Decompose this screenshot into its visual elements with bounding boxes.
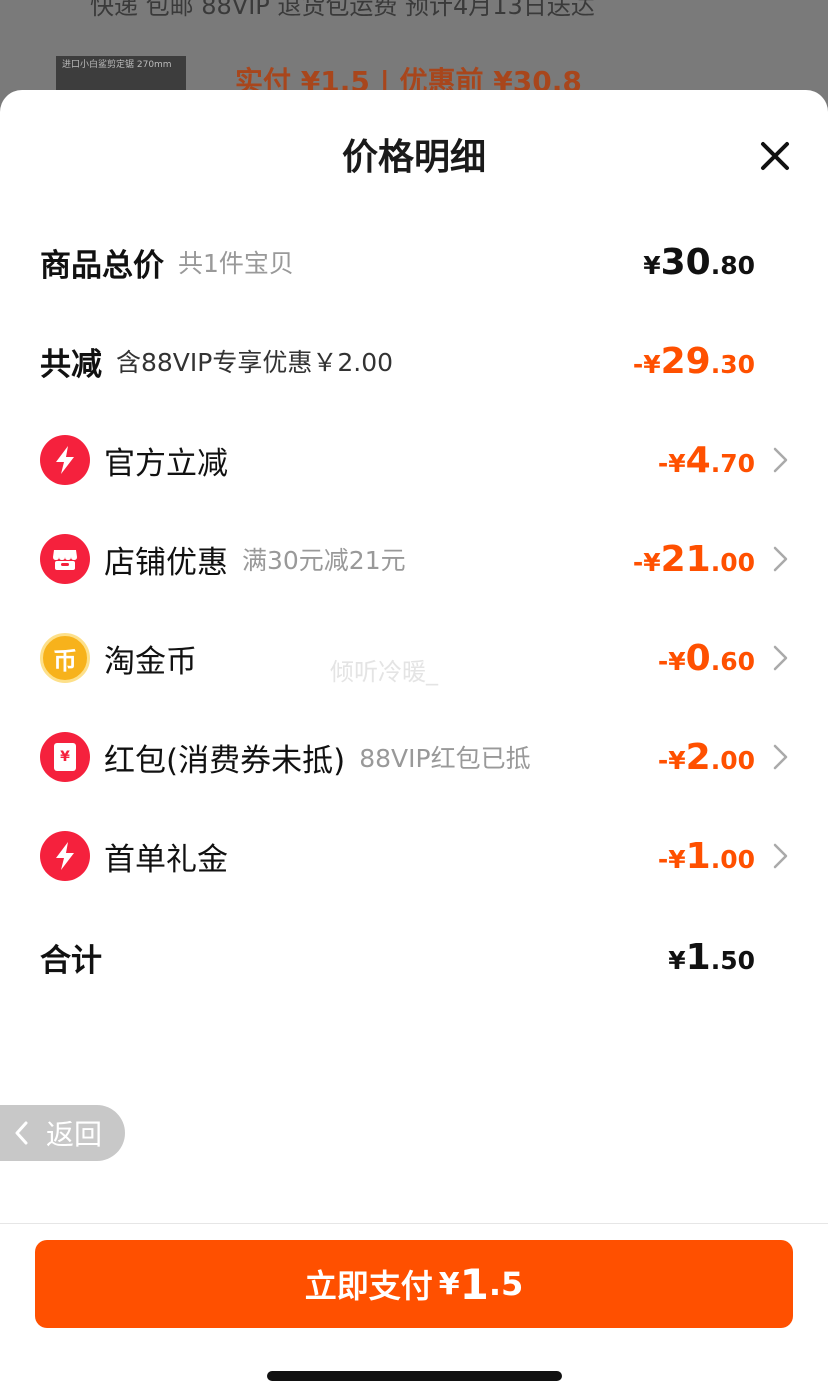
row-amount: -¥4.70 — [657, 439, 755, 481]
row-grand-total: 合计 ¥1.50 — [40, 927, 790, 987]
row-amount: -¥0.60 — [657, 637, 755, 679]
chevron-left-icon — [15, 1121, 28, 1145]
chevron-right-icon — [773, 744, 788, 770]
close-button[interactable] — [755, 136, 795, 176]
row-red-envelope[interactable]: ¥ 红包(消费券未抵) 88VIP红包已抵 -¥2.00 — [40, 727, 790, 787]
row-label: 官方立减 — [104, 445, 228, 482]
row-total-discount: 共减 含88VIP专享优惠￥2.00 -¥29.30 — [40, 331, 790, 391]
pay-now-button[interactable]: 立即支付 ¥1.5 — [35, 1240, 793, 1328]
pay-label: 立即支付 — [304, 1267, 433, 1305]
chevron-right-icon — [773, 546, 788, 572]
sheet-title: 价格明细 — [341, 137, 486, 178]
row-label: 商品总价 — [40, 247, 164, 284]
back-label: 返回 — [46, 1118, 103, 1151]
row-amount: ¥1.50 — [668, 936, 755, 978]
coin-icon: 币 — [40, 633, 90, 683]
watermark: 倾听冷暖_ — [330, 658, 438, 686]
lightning-icon — [40, 435, 90, 485]
row-sub: 88VIP红包已抵 — [359, 744, 531, 773]
back-button[interactable]: 返回 — [0, 1105, 125, 1161]
lightning-icon — [40, 831, 90, 881]
close-icon — [761, 142, 789, 170]
row-label: 红包(消费券未抵) — [104, 742, 346, 779]
chevron-right-icon — [773, 843, 788, 869]
footer-divider — [0, 1223, 828, 1224]
row-amount: -¥1.00 — [657, 835, 755, 877]
row-sub: 含88VIP专享优惠￥2.00 — [116, 348, 394, 377]
row-sub: 满30元减21元 — [242, 546, 406, 575]
row-goods-total: 商品总价 共1件宝贝 ¥30.80 — [40, 232, 790, 292]
shop-icon — [40, 534, 90, 584]
chevron-right-icon — [773, 447, 788, 473]
row-label: 店铺优惠 — [104, 544, 228, 581]
row-label: 首单礼金 — [104, 841, 228, 878]
row-amount: -¥2.00 — [657, 736, 755, 778]
row-label: 共减 — [40, 346, 102, 383]
row-sub: 共1件宝贝 — [178, 249, 294, 278]
background-shipping-line: 快递 包邮 88VIP 退货包运费 预计4月13日送达 — [90, 0, 595, 20]
row-shop-discount[interactable]: 店铺优惠 满30元减21元 -¥21.00 — [40, 529, 790, 589]
row-label: 淘金币 — [104, 643, 197, 680]
red-envelope-icon: ¥ — [40, 732, 90, 782]
price-detail-sheet: 价格明细 商品总价 共1件宝贝 ¥30.80 共减 含88VIP专享优惠￥2.0… — [0, 90, 828, 1399]
row-first-order-gift[interactable]: 首单礼金 -¥1.00 — [40, 826, 790, 886]
row-amount: -¥29.30 — [632, 340, 755, 382]
home-indicator — [267, 1371, 562, 1381]
row-amount: -¥21.00 — [632, 538, 755, 580]
chevron-right-icon — [773, 645, 788, 671]
row-amount: ¥30.80 — [643, 241, 755, 283]
row-label: 合计 — [40, 942, 102, 979]
row-official-discount[interactable]: 官方立减 -¥4.70 — [40, 430, 790, 490]
